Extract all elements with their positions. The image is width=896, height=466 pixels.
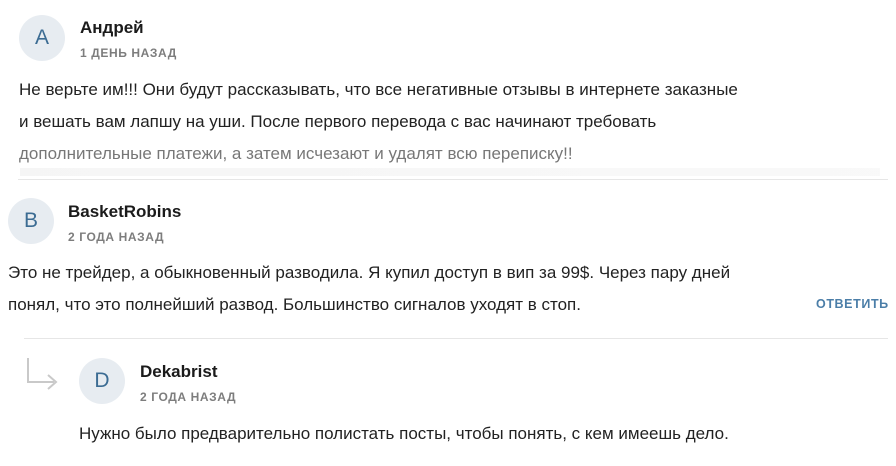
comment-text-line: понял, что это полнейший развод. Большин… [8, 295, 581, 314]
comment-author[interactable]: BasketRobins [68, 202, 181, 222]
comment-date: 2 ГОДА НАЗАД [140, 390, 237, 404]
collapsed-text-fade [20, 168, 880, 176]
comment-text-line: Это не трейдер, а обыкновенный разводила… [8, 263, 731, 282]
comment-author[interactable]: Dekabrist [140, 362, 217, 382]
reply-arrow-icon [27, 358, 58, 390]
avatar: А [19, 15, 65, 61]
comment-text-line: Нужно было предварительно полистать пост… [79, 424, 729, 443]
comment-date: 2 ГОДА НАЗАД [68, 230, 165, 244]
comment-text: Не верьте им!!! Они будут рассказывать, … [19, 74, 738, 170]
divider [24, 338, 888, 339]
comment-author[interactable]: Андрей [80, 18, 144, 38]
divider [18, 179, 888, 180]
comment-text: Это не трейдер, а обыкновенный разводила… [8, 257, 730, 321]
comment-date: 1 ДЕНЬ НАЗАД [80, 46, 177, 60]
comment-text-line: Не верьте им!!! Они будут рассказывать, … [19, 80, 738, 99]
avatar: B [8, 198, 54, 244]
avatar: D [79, 358, 125, 404]
comment-text-line: дополнительные платежи, а затем исчезают… [19, 144, 573, 163]
comment-text: Нужно было предварительно полистать пост… [79, 418, 729, 450]
reply-button[interactable]: ОТВЕТИТЬ [816, 297, 889, 311]
comment-text-line: и вешать вам лапшу на уши. После первого… [19, 112, 657, 131]
